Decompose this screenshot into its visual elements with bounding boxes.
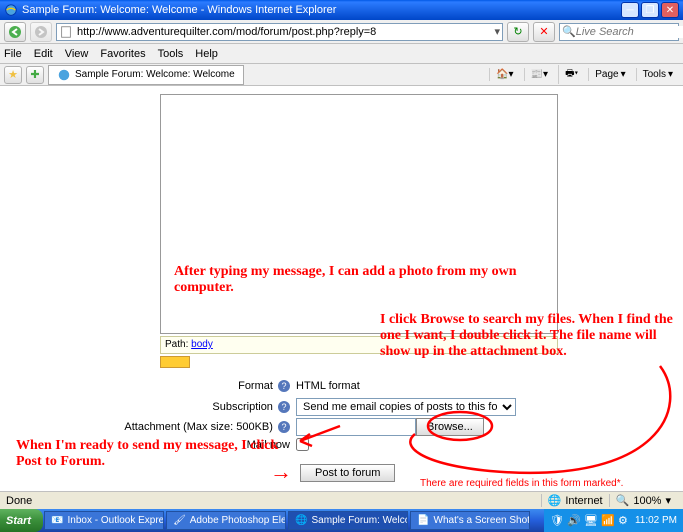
page-icon xyxy=(59,25,73,39)
system-tray[interactable]: 🛡 🔊 🖥 📶 ⚙ 11:02 PM xyxy=(544,509,683,532)
stop-button[interactable]: ✕ xyxy=(533,22,555,42)
status-zoom[interactable]: 🔍 100% ▾ xyxy=(609,494,677,507)
post-to-forum-button[interactable]: Post to forum xyxy=(300,464,395,482)
annotation-2: I click Browse to search my files. When … xyxy=(380,312,680,360)
message-editor[interactable] xyxy=(160,94,558,334)
favorites-icon[interactable]: ★ xyxy=(4,66,22,84)
menu-bar: File Edit View Favorites Tools Help xyxy=(0,44,683,64)
ie-icon xyxy=(4,3,18,17)
required-note: There are required fields in this form m… xyxy=(420,478,623,489)
help-icon[interactable]: ? xyxy=(278,401,290,413)
status-zone: 🌐 Internet xyxy=(541,494,609,507)
taskbar: Start 📧 Inbox - Outlook Express 🖌 Adobe … xyxy=(0,509,683,532)
annotation-3: When I'm ready to send my message, I cli… xyxy=(16,438,286,470)
minimize-button[interactable]: ─ xyxy=(621,2,639,18)
internet-icon: 🌐 xyxy=(548,494,562,507)
search-icon: 🔍 xyxy=(562,25,576,38)
close-button[interactable]: ✕ xyxy=(661,2,679,18)
status-done: Done xyxy=(6,495,32,507)
feeds-toolbar-button[interactable]: 📰▾ xyxy=(524,68,554,81)
home-toolbar-button[interactable]: 🏠▾ xyxy=(489,68,519,81)
tab-icon xyxy=(57,68,71,82)
menu-view[interactable]: View xyxy=(65,48,89,60)
menu-favorites[interactable]: Favorites xyxy=(100,48,145,60)
tab-bar: ★ ✚ Sample Forum: Welcome: Welcome 🏠▾ 📰▾… xyxy=(0,64,683,86)
menu-tools[interactable]: Tools xyxy=(158,48,184,60)
format-value: HTML format xyxy=(296,380,360,392)
browser-tab[interactable]: Sample Forum: Welcome: Welcome xyxy=(48,65,244,85)
format-label: Format ? xyxy=(100,380,290,392)
zoom-icon: 🔍 xyxy=(616,494,630,507)
menu-edit[interactable]: Edit xyxy=(34,48,53,60)
start-button[interactable]: Start xyxy=(0,509,43,532)
add-favorite-icon[interactable]: ✚ xyxy=(26,66,44,84)
editor-mode-button[interactable] xyxy=(160,356,190,368)
menu-file[interactable]: File xyxy=(4,48,22,60)
menu-help[interactable]: Help xyxy=(195,48,218,60)
subscription-label: Subscription ? xyxy=(100,401,290,413)
status-bar: Done 🌐 Internet 🔍 100% ▾ xyxy=(0,491,683,509)
task-item[interactable]: 📧 Inbox - Outlook Express xyxy=(44,511,164,530)
clock: 11:02 PM xyxy=(635,515,677,526)
tray-icon[interactable]: 🖥 xyxy=(584,514,598,528)
dropdown-icon[interactable]: ▾ xyxy=(494,25,500,38)
help-icon[interactable]: ? xyxy=(278,421,290,433)
back-button[interactable] xyxy=(4,22,26,42)
tab-title: Sample Forum: Welcome: Welcome xyxy=(75,69,235,80)
address-bar[interactable]: ▾ xyxy=(56,23,503,41)
subscription-select[interactable]: Send me email copies of posts to this fo… xyxy=(296,398,516,416)
page-content: Path: body Format ? HTML format Subscrip… xyxy=(0,86,683,491)
task-item-active[interactable]: 🌐 Sample Forum: Welco... xyxy=(288,511,408,530)
task-item[interactable]: 📄 What's a Screen Shot, a... xyxy=(410,511,530,530)
attachment-input[interactable] xyxy=(296,418,416,436)
attachment-label: Attachment (Max size: 500KB) ? xyxy=(100,421,290,433)
page-toolbar-button[interactable]: Page ▾ xyxy=(588,68,631,81)
tray-icon[interactable]: ⚙ xyxy=(618,514,632,528)
tray-icon[interactable]: 🛡 xyxy=(550,514,564,528)
search-box[interactable]: 🔍 xyxy=(559,23,679,41)
annotation-1: After typing my message, I can add a pho… xyxy=(174,264,534,296)
tools-toolbar-button[interactable]: Tools ▾ xyxy=(636,68,679,81)
url-input[interactable] xyxy=(77,26,490,38)
refresh-button[interactable]: ↻ xyxy=(507,22,529,42)
mailnow-checkbox[interactable] xyxy=(296,438,309,451)
browse-button[interactable]: Browse... xyxy=(416,418,484,436)
forward-button[interactable] xyxy=(30,22,52,42)
print-toolbar-button[interactable]: 🖶▾ xyxy=(558,65,584,84)
tray-icon[interactable]: 📶 xyxy=(601,514,615,528)
maximize-button[interactable]: ❐ xyxy=(641,2,659,18)
task-item[interactable]: 🖌 Adobe Photoshop Elements xyxy=(166,511,286,530)
search-input[interactable] xyxy=(576,26,683,38)
window-title-bar: Sample Forum: Welcome: Welcome - Windows… xyxy=(0,0,683,20)
nav-toolbar: ▾ ↻ ✕ 🔍 xyxy=(0,20,683,44)
tray-icon[interactable]: 🔊 xyxy=(567,514,581,528)
path-body-link[interactable]: body xyxy=(191,339,213,350)
arrow-icon: → xyxy=(270,459,292,485)
window-title: Sample Forum: Welcome: Welcome - Windows… xyxy=(22,4,336,16)
help-icon[interactable]: ? xyxy=(278,380,290,392)
